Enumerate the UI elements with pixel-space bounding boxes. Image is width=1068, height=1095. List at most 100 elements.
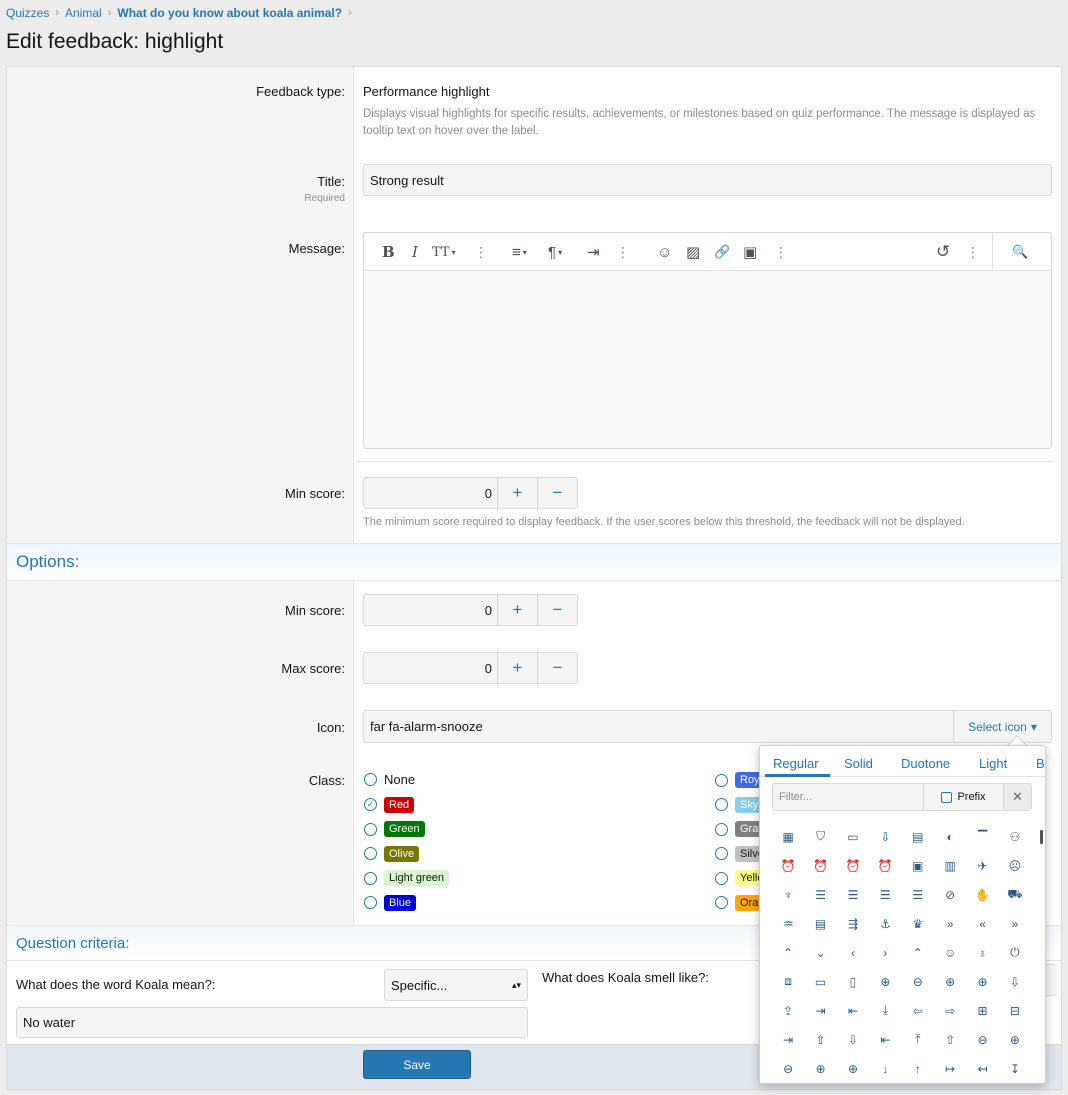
link-icon[interactable]: 🔗 [714, 243, 730, 261]
breadcrumb-animal[interactable]: Animal [65, 6, 102, 20]
image-icon[interactable]: ▨ [686, 243, 700, 261]
class-option[interactable]: ✓ Red [364, 796, 415, 813]
icon-choice-icon[interactable]: ♒ [772, 909, 804, 938]
icon-choice-icon[interactable]: ⊖ [902, 967, 934, 996]
radio-button[interactable] [364, 822, 377, 836]
radio-button[interactable]: ✓ [364, 798, 377, 811]
icon-choice-icon[interactable]: ⚇ [999, 822, 1031, 851]
icon-choice-icon[interactable]: ↧ [999, 1054, 1031, 1083]
icon-choice-icon[interactable]: ♛ [902, 909, 934, 938]
icon-choice-icon[interactable]: ⇥ [804, 996, 836, 1025]
icon-choice-icon[interactable]: ⏰ [837, 851, 869, 880]
italic-icon[interactable]: I [412, 243, 418, 261]
message-editor[interactable]: B I TT ▾ ⋮ ≡ ▾ ¶ ▾ ⇥ ⋮ ☺ ▨ 🔗 ▣ ⋮ ↺ ⋮ 🔍 [363, 232, 1052, 449]
plus-icon[interactable]: + [497, 595, 537, 625]
icon-choice-icon[interactable]: ⇶ [837, 909, 869, 938]
prefix-toggle[interactable]: Prefix [923, 784, 1003, 810]
bold-icon[interactable]: B [382, 243, 395, 261]
align-icon[interactable]: ≡ ▾ [512, 243, 527, 261]
icon-choice-icon[interactable]: ↦ [934, 1054, 966, 1083]
class-option[interactable]: Blue [364, 894, 417, 911]
icon-choice-icon[interactable]: ⊕ [804, 1054, 836, 1083]
icon-choice-icon[interactable]: ⊕ [837, 1054, 869, 1083]
breadcrumb-quizzes[interactable]: Quizzes [6, 6, 49, 20]
icon-choice-icon[interactable]: ↤ [966, 1054, 998, 1083]
close-icon[interactable]: ✕ [1003, 784, 1031, 810]
breadcrumb-quiz[interactable]: What do you know about koala animal? [117, 6, 342, 20]
options-min-score-stepper[interactable]: 0 + − [363, 594, 578, 626]
media-icon[interactable]: ▣ [743, 243, 757, 261]
icon-choice-icon[interactable]: ▯ [837, 967, 869, 996]
tab-solid[interactable]: Solid [844, 756, 873, 771]
icon-choice-icon[interactable]: ⊕ [999, 1025, 1031, 1054]
radio-button[interactable] [715, 822, 728, 836]
radio-button[interactable] [715, 896, 728, 909]
plus-icon[interactable]: + [497, 478, 537, 508]
icon-choice-icon[interactable]: ☰ [837, 880, 869, 909]
icon-choice-icon[interactable]: ✋ [966, 880, 998, 909]
more-icon[interactable]: ⋮ [616, 243, 630, 261]
options-min-score-value[interactable]: 0 [364, 595, 497, 625]
icon-choice-icon[interactable]: ⇪ [772, 996, 804, 1025]
icon-choice-icon[interactable]: ⊕ [966, 967, 998, 996]
text-size-icon[interactable]: TT ▾ [432, 243, 456, 261]
icon-choice-icon[interactable]: ▤ [804, 909, 836, 938]
icon-choice-icon[interactable]: ↑ [902, 1054, 934, 1083]
icon-choice-icon[interactable]: › [869, 938, 901, 967]
options-max-score-stepper[interactable]: 0 + − [363, 652, 578, 684]
tab-regular[interactable]: Regular [773, 756, 819, 771]
icon-choice-icon[interactable]: ▦ [772, 822, 804, 851]
icon-choice-icon[interactable]: ⊕ [934, 967, 966, 996]
tab-light[interactable]: Light [979, 756, 1007, 771]
icon-choice-icon[interactable]: ⤓ [869, 996, 901, 1025]
preview-icon[interactable]: 🔍 [1012, 243, 1028, 261]
scrollbar-thumb[interactable] [1040, 830, 1043, 844]
icon-choice-icon[interactable]: ◐ [934, 822, 966, 851]
question-1-answer[interactable]: No water [16, 1007, 528, 1038]
icon-choice-icon[interactable]: ▭ [837, 822, 869, 851]
options-max-score-value[interactable]: 0 [364, 653, 497, 683]
more-icon[interactable]: ⋮ [774, 243, 788, 261]
icon-choice-icon[interactable]: ⌃ [902, 938, 934, 967]
icon-choice-icon[interactable]: ▔ [966, 822, 998, 851]
radio-button[interactable] [715, 798, 728, 811]
class-option[interactable]: Roy [715, 772, 765, 788]
radio-button[interactable] [715, 871, 728, 885]
icon-filter-input[interactable]: Filter... [773, 784, 923, 810]
icon-choice-icon[interactable]: ⧈ [772, 967, 804, 996]
icon-choice-icon[interactable]: ☰ [869, 880, 901, 909]
class-option[interactable]: Olive [364, 845, 420, 862]
icon-choice-icon[interactable]: » [999, 909, 1031, 938]
radio-button[interactable] [715, 847, 728, 860]
title-input[interactable]: Strong result [363, 164, 1052, 196]
minus-icon[interactable]: − [537, 478, 577, 508]
icon-choice-icon[interactable]: ⚓ [869, 909, 901, 938]
icon-choice-icon[interactable]: ⊘ [934, 880, 966, 909]
icon-choice-icon[interactable]: ☺ [934, 938, 966, 967]
icon-choice-icon[interactable]: ⌄ [804, 938, 836, 967]
icon-choice-icon[interactable]: ♁ [966, 938, 998, 967]
icon-choice-icon[interactable]: ☹ [999, 851, 1031, 880]
icon-choice-icon[interactable]: ⊖ [966, 1025, 998, 1054]
icon-choice-icon[interactable]: ⛟ [999, 880, 1031, 909]
radio-button[interactable] [715, 773, 728, 787]
icon-choice-icon[interactable]: ⇧ [934, 1025, 966, 1054]
more-icon[interactable]: ⋮ [474, 243, 488, 261]
icon-choice-icon[interactable]: ✈ [966, 851, 998, 880]
class-option[interactable]: Light green [364, 870, 450, 886]
minus-icon[interactable]: − [537, 595, 577, 625]
icon-choice-icon[interactable]: ☰ [902, 880, 934, 909]
icon-choice-icon[interactable]: ⇩ [837, 1025, 869, 1054]
radio-button[interactable] [364, 773, 377, 786]
icon-choice-icon[interactable]: ▤ [902, 822, 934, 851]
tab-brands[interactable]: Br [1036, 756, 1045, 771]
question-1-select[interactable]: Specific... ▴▾ [384, 969, 528, 1001]
paragraph-icon[interactable]: ¶ ▾ [548, 243, 562, 261]
class-option[interactable]: Sky [715, 796, 764, 813]
prefix-checkbox[interactable] [941, 791, 953, 803]
icon-input[interactable]: far fa-alarm-snooze [364, 711, 953, 742]
tab-duotone[interactable]: Duotone [901, 756, 950, 771]
class-option[interactable]: Green [364, 821, 425, 837]
icon-choice-icon[interactable]: ↓ [869, 1054, 901, 1083]
icon-choice-icon[interactable]: « [966, 909, 998, 938]
